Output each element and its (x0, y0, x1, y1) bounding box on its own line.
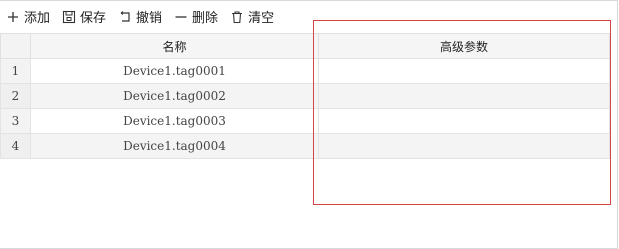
row-number: 2 (0, 83, 31, 109)
save-button[interactable]: 保存 (62, 7, 106, 27)
undo-button-label: 撤销 (136, 11, 163, 26)
undo-button[interactable]: 撤销 (118, 7, 162, 27)
table-row[interactable]: 4 Device1.tag0004 (0, 133, 610, 159)
minus-icon (174, 10, 188, 24)
name-cell[interactable]: Device1.tag0002 (30, 83, 319, 109)
table-row[interactable]: 3 Device1.tag0003 (0, 108, 610, 134)
delete-button-label: 删除 (192, 11, 219, 26)
delete-button[interactable]: 删除 (174, 7, 218, 27)
column-header-advanced[interactable]: 高级参数 (318, 33, 610, 59)
plus-icon (6, 10, 20, 24)
advanced-cell[interactable] (318, 108, 610, 134)
advanced-cell[interactable] (318, 83, 610, 109)
add-button-label: 添加 (24, 11, 51, 26)
name-cell[interactable]: Device1.tag0003 (30, 108, 319, 134)
toolbar: 添加 保存 撤销 删除 清空 (0, 0, 617, 33)
save-icon (62, 10, 76, 24)
row-number-header (0, 33, 31, 59)
advanced-cell[interactable] (318, 133, 610, 159)
advanced-cell[interactable] (318, 58, 610, 84)
save-button-label: 保存 (80, 11, 107, 26)
row-number: 1 (0, 58, 31, 84)
name-cell[interactable]: Device1.tag0004 (30, 133, 319, 159)
undo-icon (118, 10, 132, 24)
row-number: 4 (0, 133, 31, 159)
clear-button[interactable]: 清空 (230, 7, 274, 27)
name-cell[interactable]: Device1.tag0001 (30, 58, 319, 84)
add-button[interactable]: 添加 (6, 7, 50, 27)
data-grid: 名称 高级参数 1 Device1.tag0001 2 Device1.tag0… (0, 33, 610, 159)
table-row[interactable]: 2 Device1.tag0002 (0, 83, 610, 109)
trash-icon (230, 10, 244, 24)
row-number: 3 (0, 108, 31, 134)
clear-button-label: 清空 (248, 11, 275, 26)
table-row[interactable]: 1 Device1.tag0001 (0, 58, 610, 84)
grid-header-row: 名称 高级参数 (0, 33, 610, 59)
column-header-name[interactable]: 名称 (30, 33, 319, 59)
